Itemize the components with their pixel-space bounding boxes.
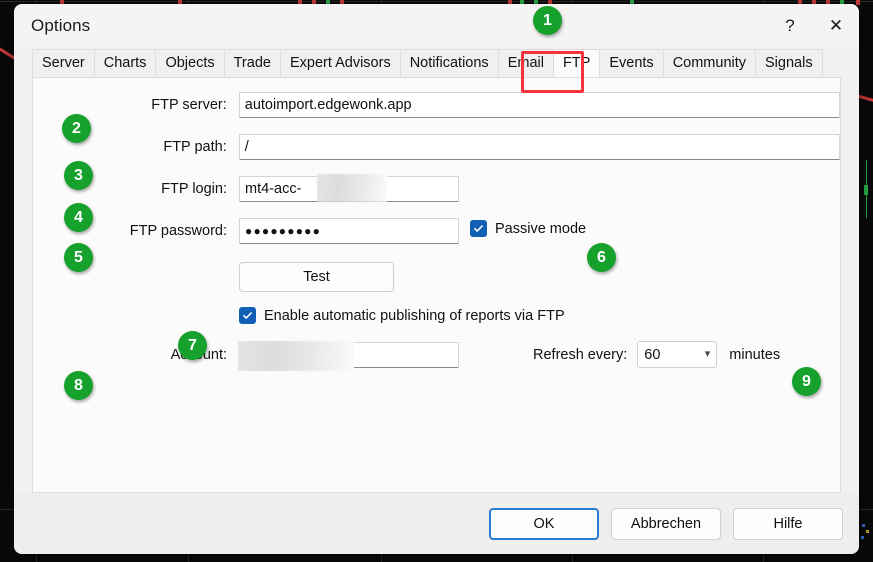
refresh-interval-value: 60: [644, 346, 661, 363]
tab-email[interactable]: Email: [497, 49, 554, 77]
passive-mode-checkbox[interactable]: [470, 220, 487, 237]
help-icon[interactable]: ?: [767, 4, 813, 48]
ftp-password-label: FTP password:: [129, 223, 227, 239]
tab-objects[interactable]: Objects: [155, 49, 225, 77]
window-title: Options: [31, 16, 91, 35]
refresh-every-unit: minutes: [729, 346, 781, 363]
annotation-badge-9: 9: [792, 367, 821, 396]
ftp-password-row: FTP password: ●●●●●●●●●: [33, 218, 840, 244]
ftp-settings-panel: FTP server: autoimport.edgewonk.app FTP …: [32, 77, 841, 493]
ftp-login-label: FTP login:: [161, 181, 227, 197]
annotation-badge-6: 6: [587, 243, 616, 272]
enable-publishing-row[interactable]: Enable automatic publishing of reports v…: [239, 307, 565, 324]
annotation-badge-7: 7: [178, 331, 207, 360]
annotation-badge-5: 5: [64, 243, 93, 272]
window-controls: ? ✕: [767, 4, 859, 48]
ftp-server-row: FTP server: autoimport.edgewonk.app: [33, 92, 840, 118]
chart-marker: [862, 524, 865, 527]
ftp-path-input[interactable]: /: [238, 134, 840, 160]
tab-expert-advisors[interactable]: Expert Advisors: [279, 49, 401, 77]
chart-candle: [864, 185, 868, 195]
passive-mode-label: Passive mode: [495, 220, 587, 237]
chart-marker: [861, 536, 864, 539]
dialog-footer: OK Abbrechen Hilfe: [14, 493, 859, 554]
refresh-every-label: Refresh every:: [533, 346, 628, 363]
ftp-server-label: FTP server:: [151, 97, 227, 113]
tab-notifications[interactable]: Notifications: [399, 49, 499, 77]
account-input[interactable]: [239, 342, 459, 368]
tab-strip: Server Charts Objects Trade Expert Advis…: [14, 48, 859, 77]
cancel-button[interactable]: Abbrechen: [611, 508, 721, 540]
enable-publishing-label: Enable automatic publishing of reports v…: [264, 307, 565, 324]
chart-marker: [866, 530, 869, 533]
ftp-password-input[interactable]: ●●●●●●●●●: [239, 218, 459, 244]
passive-mode-row[interactable]: Passive mode: [470, 220, 586, 237]
tab-events[interactable]: Events: [599, 49, 664, 77]
annotation-badge-3: 3: [64, 161, 93, 190]
tab-community[interactable]: Community: [662, 49, 757, 77]
tab-ftp[interactable]: FTP: [552, 49, 601, 77]
ftp-login-input[interactable]: mt4-acc-: [239, 176, 459, 202]
refresh-every-row: Refresh every: 60 ▾ minutes: [533, 341, 780, 368]
tab-charts[interactable]: Charts: [93, 49, 157, 77]
annotation-badge-4: 4: [64, 203, 93, 232]
title-bar: Options ? ✕: [14, 4, 859, 48]
annotation-badge-1: 1: [533, 6, 562, 35]
annotation-badge-8: 8: [64, 371, 93, 400]
tab-server[interactable]: Server: [32, 49, 95, 77]
tab-signals[interactable]: Signals: [755, 49, 823, 77]
ftp-path-label: FTP path:: [163, 139, 227, 155]
enable-publishing-checkbox[interactable]: [239, 307, 256, 324]
close-icon[interactable]: ✕: [813, 4, 859, 48]
ftp-login-row: FTP login: mt4-acc-: [33, 176, 840, 202]
chevron-down-icon: ▾: [704, 348, 711, 360]
ok-button[interactable]: OK: [489, 508, 599, 540]
tab-trade[interactable]: Trade: [223, 49, 281, 77]
help-button[interactable]: Hilfe: [733, 508, 843, 540]
ftp-path-row: FTP path: /: [33, 134, 840, 160]
ftp-server-input[interactable]: autoimport.edgewonk.app: [238, 92, 840, 118]
options-dialog: Options ? ✕ Server Charts Objects Trade …: [14, 4, 859, 554]
annotation-badge-2: 2: [62, 114, 91, 143]
refresh-interval-select[interactable]: 60 ▾: [637, 341, 718, 368]
chart-gridline: [0, 1, 873, 2]
test-button[interactable]: Test: [239, 262, 394, 292]
